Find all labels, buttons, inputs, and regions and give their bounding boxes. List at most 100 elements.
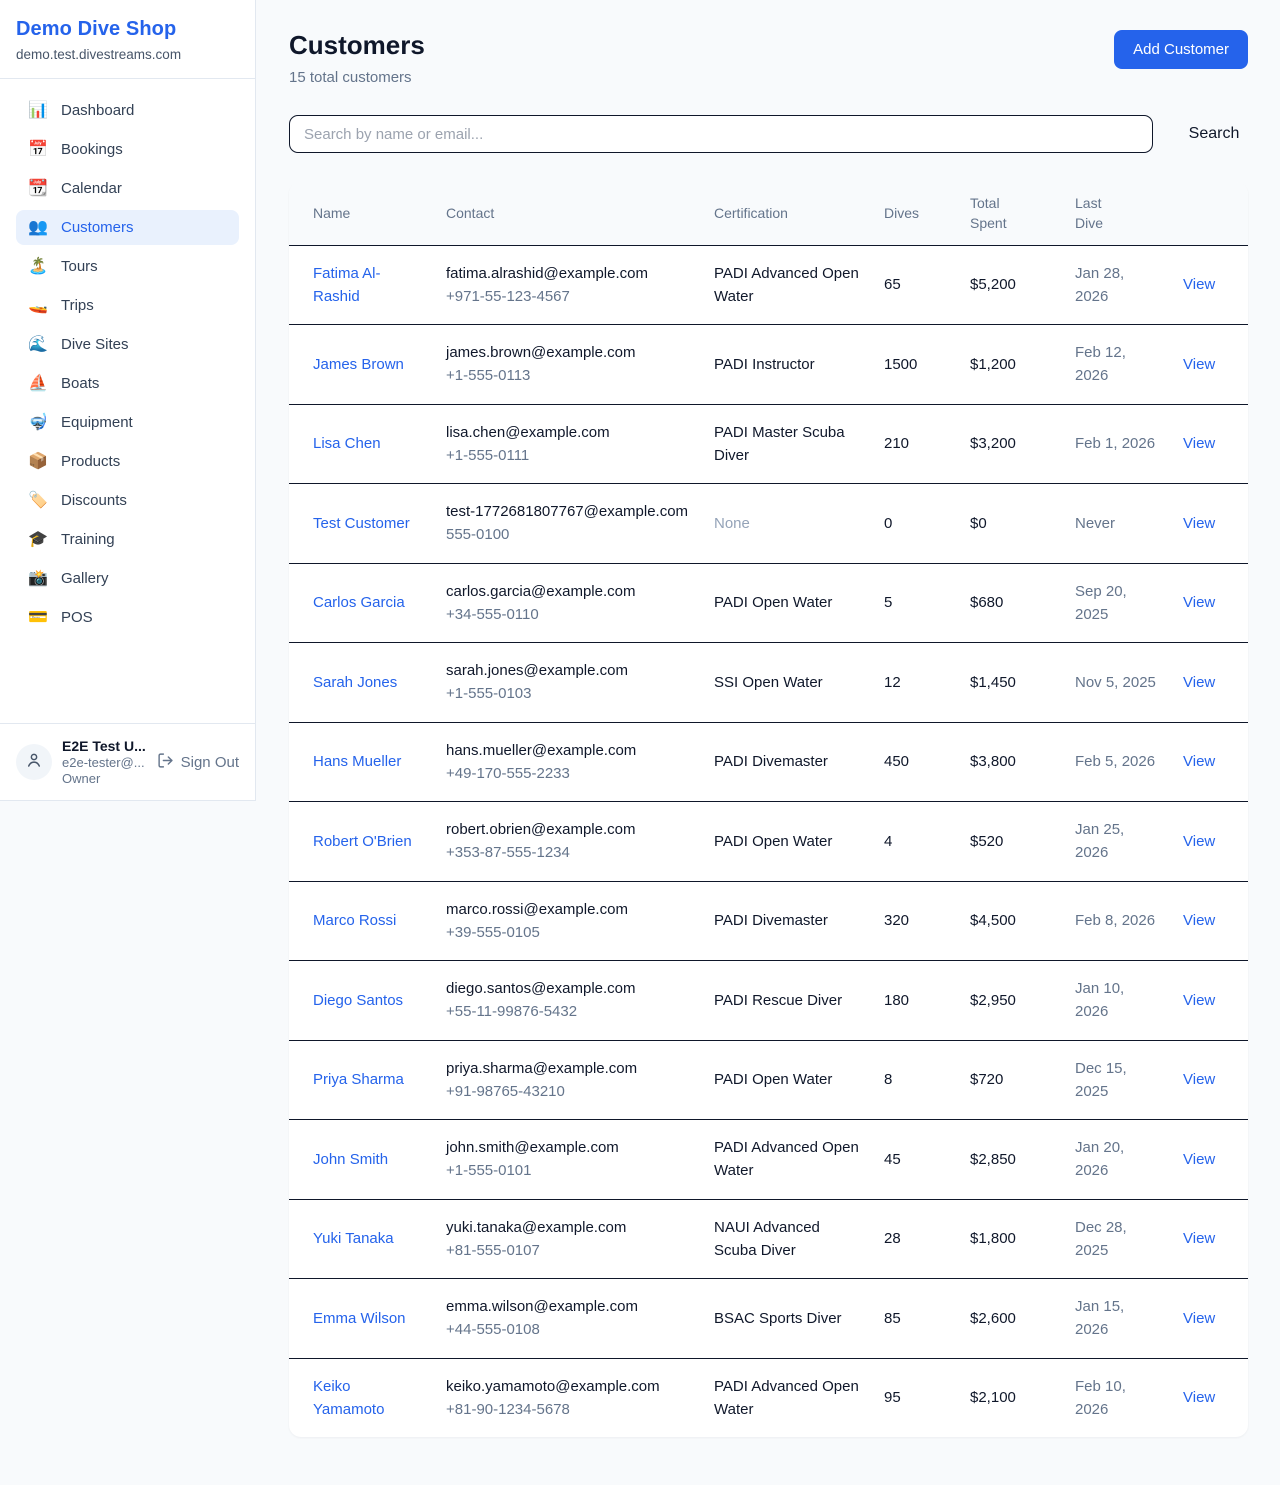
customer-email: yuki.tanaka@example.com — [446, 1216, 690, 1239]
customer-name-link[interactable]: Yuki Tanaka — [313, 1230, 394, 1247]
user-meta: E2E Test U... e2e-tester@... Owner — [62, 738, 147, 786]
sidebar-item-gallery[interactable]: 📸 Gallery — [16, 561, 239, 596]
column-header-last-dive: Last Dive — [1063, 182, 1171, 245]
total-spent-value: $520 — [958, 802, 1063, 882]
sidebar-item-trips[interactable]: 🚤 Trips — [16, 288, 239, 323]
sidebar-item-pos[interactable]: 💳 POS — [16, 600, 239, 635]
customer-name-link[interactable]: Emma Wilson — [313, 1310, 406, 1327]
total-spent-value: $680 — [958, 563, 1063, 643]
calendar-icon: 📆 — [28, 181, 48, 197]
view-link[interactable]: View — [1183, 753, 1215, 770]
view-link[interactable]: View — [1183, 435, 1215, 452]
certification-value: None — [714, 515, 750, 532]
customer-phone: +971-55-123-4567 — [446, 285, 690, 308]
gallery-icon: 📸 — [28, 571, 48, 587]
view-link[interactable]: View — [1183, 515, 1215, 532]
view-link[interactable]: View — [1183, 1310, 1215, 1327]
search-button[interactable]: Search — [1180, 125, 1248, 143]
view-link[interactable]: View — [1183, 992, 1215, 1009]
sidebar-item-tours[interactable]: 🏝️ Tours — [16, 249, 239, 284]
total-spent-value: $4,500 — [958, 881, 1063, 961]
sidebar-item-equipment[interactable]: 🤿 Equipment — [16, 405, 239, 440]
customer-name-link[interactable]: John Smith — [313, 1151, 388, 1168]
customer-name-link[interactable]: Test Customer — [313, 515, 410, 532]
sidebar-item-training[interactable]: 🎓 Training — [16, 522, 239, 557]
sidebar-item-dashboard[interactable]: 📊 Dashboard — [16, 93, 239, 128]
add-customer-button[interactable]: Add Customer — [1114, 30, 1248, 69]
customer-email: emma.wilson@example.com — [446, 1295, 690, 1318]
customer-name-link[interactable]: Keiko Yamamoto — [313, 1378, 384, 1418]
last-dive-value: Feb 8, 2026 — [1075, 912, 1155, 929]
customer-email: robert.obrien@example.com — [446, 818, 690, 841]
search-input[interactable] — [289, 115, 1153, 153]
page-subtitle: 15 total customers — [289, 69, 425, 86]
last-dive-value: Dec 28, 2025 — [1075, 1219, 1127, 1259]
certification-value: PADI Master Scuba Diver — [714, 424, 845, 464]
certification-value: PADI Rescue Diver — [714, 992, 842, 1009]
table-row: Carlos Garcia carlos.garcia@example.com … — [289, 563, 1248, 643]
customer-name-link[interactable]: Fatima Al-Rashid — [313, 265, 381, 305]
column-header-certification: Certification — [702, 182, 872, 245]
total-spent-value: $2,600 — [958, 1279, 1063, 1359]
sign-out-icon — [157, 752, 174, 773]
bookings-icon: 📅 — [28, 142, 48, 158]
customer-phone: +81-555-0107 — [446, 1239, 690, 1262]
dives-count: 45 — [872, 1120, 958, 1200]
view-link[interactable]: View — [1183, 1230, 1215, 1247]
customer-name-link[interactable]: Marco Rossi — [313, 912, 396, 929]
customer-phone: +34-555-0110 — [446, 603, 690, 626]
view-link[interactable]: View — [1183, 1389, 1215, 1406]
view-link[interactable]: View — [1183, 594, 1215, 611]
sidebar-item-products[interactable]: 📦 Products — [16, 444, 239, 479]
customer-name-link[interactable]: Priya Sharma — [313, 1071, 404, 1088]
view-link[interactable]: View — [1183, 276, 1215, 293]
column-header-name: Name — [289, 182, 434, 245]
last-dive-value: Feb 12, 2026 — [1075, 344, 1126, 384]
sign-out-button[interactable]: Sign Out — [157, 752, 239, 773]
sidebar-item-bookings[interactable]: 📅 Bookings — [16, 132, 239, 167]
table-row: Test Customer test-1772681807767@example… — [289, 484, 1248, 564]
avatar — [16, 744, 52, 780]
sidebar-item-calendar[interactable]: 📆 Calendar — [16, 171, 239, 206]
view-link[interactable]: View — [1183, 356, 1215, 373]
table-row: Yuki Tanaka yuki.tanaka@example.com +81-… — [289, 1199, 1248, 1279]
customer-name-link[interactable]: Diego Santos — [313, 992, 403, 1009]
certification-value: PADI Open Water — [714, 1071, 832, 1088]
user-role: Owner — [62, 771, 147, 786]
customer-phone: +49-170-555-2233 — [446, 762, 690, 785]
customer-name-link[interactable]: Carlos Garcia — [313, 594, 405, 611]
dives-count: 450 — [872, 722, 958, 802]
customer-email: test-1772681807767@example.com — [446, 500, 690, 523]
sidebar-item-boats[interactable]: ⛵ Boats — [16, 366, 239, 401]
customers-icon: 👥 — [28, 220, 48, 236]
customer-email: carlos.garcia@example.com — [446, 580, 690, 603]
view-link[interactable]: View — [1183, 1151, 1215, 1168]
sidebar-item-discounts[interactable]: 🏷️ Discounts — [16, 483, 239, 518]
certification-value: PADI Advanced Open Water — [714, 1139, 859, 1179]
dives-count: 95 — [872, 1358, 958, 1437]
sidebar-item-dive-sites[interactable]: 🌊 Dive Sites — [16, 327, 239, 362]
last-dive-value: Never — [1075, 515, 1115, 532]
view-link[interactable]: View — [1183, 674, 1215, 691]
search-row: Search — [289, 115, 1248, 153]
customer-email: marco.rossi@example.com — [446, 898, 690, 921]
customer-phone: 555-0100 — [446, 523, 690, 546]
training-icon: 🎓 — [28, 532, 48, 548]
dives-count: 0 — [872, 484, 958, 564]
customer-phone: +1-555-0101 — [446, 1159, 690, 1182]
total-spent-value: $2,850 — [958, 1120, 1063, 1200]
customer-name-link[interactable]: Hans Mueller — [313, 753, 401, 770]
customer-name-link[interactable]: Lisa Chen — [313, 435, 381, 452]
view-link[interactable]: View — [1183, 833, 1215, 850]
discounts-icon: 🏷️ — [28, 493, 48, 509]
certification-value: PADI Advanced Open Water — [714, 1378, 859, 1418]
view-link[interactable]: View — [1183, 912, 1215, 929]
sidebar-item-customers[interactable]: 👥 Customers — [16, 210, 239, 245]
view-link[interactable]: View — [1183, 1071, 1215, 1088]
certification-value: PADI Open Water — [714, 833, 832, 850]
customer-name-link[interactable]: James Brown — [313, 356, 404, 373]
sidebar-header: Demo Dive Shop demo.test.divestreams.com — [0, 0, 255, 79]
customer-name-link[interactable]: Robert O'Brien — [313, 833, 412, 850]
table-row: Sarah Jones sarah.jones@example.com +1-5… — [289, 643, 1248, 723]
customer-name-link[interactable]: Sarah Jones — [313, 674, 397, 691]
